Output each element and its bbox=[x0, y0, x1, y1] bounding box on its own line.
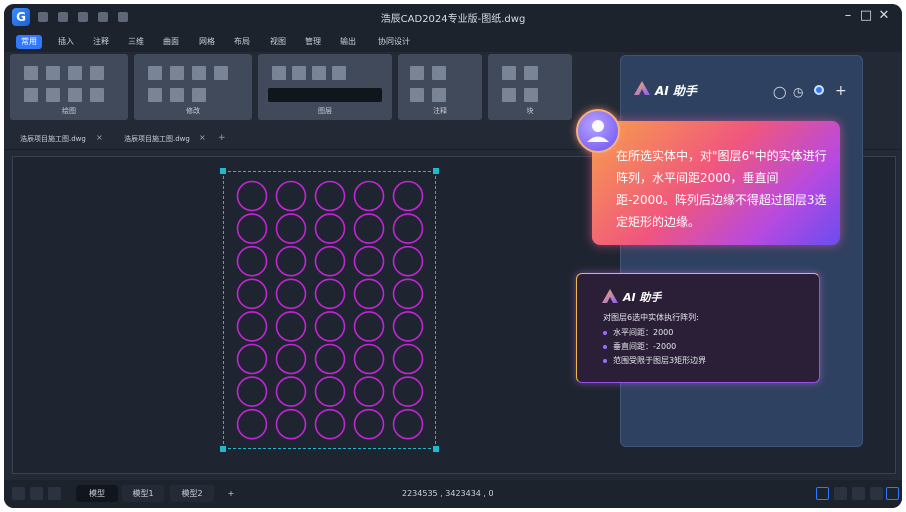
status-toggle-icon[interactable] bbox=[12, 487, 25, 500]
ai-status-icon[interactable] bbox=[814, 85, 824, 95]
status-toggle-icon[interactable] bbox=[30, 487, 43, 500]
grip-handle[interactable] bbox=[220, 168, 226, 174]
ai-panel-title: AI 助手 bbox=[655, 84, 697, 98]
user-message-bubble: 在所选实体中，对"图层6"中的实体进行阵列，水平间距2000，垂直间距-2000… bbox=[592, 121, 840, 245]
snap-toggle-icon[interactable] bbox=[816, 487, 829, 500]
ai-reply-intro: 对图层6选中实体执行阵列: bbox=[603, 313, 699, 322]
new-chat-icon[interactable]: + bbox=[835, 83, 847, 99]
app-window: G 浩辰CAD2024专业版-图纸.dwg – □ ✕ 常用 插入 注释 三维 … bbox=[4, 4, 902, 508]
fullscreen-toggle-icon[interactable] bbox=[886, 487, 899, 500]
list-item: 水平间距：2000 bbox=[603, 326, 706, 340]
grip-handle[interactable] bbox=[433, 168, 439, 174]
status-toggle-icon[interactable] bbox=[834, 487, 847, 500]
status-toggle-icon[interactable] bbox=[852, 487, 865, 500]
tab-model-1[interactable]: 模型1 bbox=[122, 485, 164, 502]
tab-model-2[interactable]: 模型2 bbox=[170, 485, 214, 502]
add-layout-icon[interactable]: + bbox=[224, 485, 238, 502]
chat-history-icon[interactable]: ◯ bbox=[773, 85, 786, 99]
status-toggle-icon[interactable] bbox=[48, 487, 61, 500]
ai-reply-title: AI 助手 bbox=[623, 291, 662, 304]
ai-logo-icon bbox=[634, 81, 650, 95]
grip-handle[interactable] bbox=[433, 446, 439, 452]
ai-assistant-panel: AI 助手 ◯ ◷ + bbox=[620, 55, 863, 447]
ai-logo-icon bbox=[602, 289, 618, 303]
grip-handle[interactable] bbox=[220, 446, 226, 452]
status-bar: 模型 模型1 模型2 + 2234535 , 3423434 , 0 bbox=[4, 480, 902, 508]
tab-model[interactable]: 模型 bbox=[76, 485, 118, 502]
list-item: 垂直间距：-2000 bbox=[603, 340, 706, 354]
user-avatar-icon bbox=[576, 109, 620, 153]
clock-icon[interactable]: ◷ bbox=[793, 85, 803, 99]
list-item: 范围受限于图层3矩形边界 bbox=[603, 354, 706, 368]
status-toggle-icon[interactable] bbox=[870, 487, 883, 500]
coordinate-readout: 2234535 , 3423434 , 0 bbox=[402, 489, 494, 498]
selection-rectangle[interactable] bbox=[223, 171, 436, 449]
ai-reply-card: AI 助手 对图层6选中实体执行阵列: 水平间距：2000 垂直间距：-2000… bbox=[576, 273, 820, 383]
ai-reply-list: 水平间距：2000 垂直间距：-2000 范围受限于图层3矩形边界 bbox=[603, 326, 706, 368]
user-message-text: 在所选实体中，对"图层6"中的实体进行阵列，水平间距2000，垂直间距-2000… bbox=[616, 149, 827, 229]
